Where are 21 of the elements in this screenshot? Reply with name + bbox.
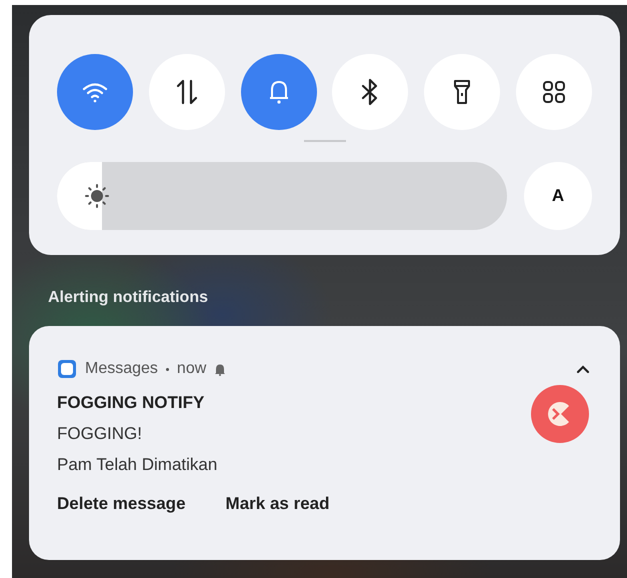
wifi-icon (82, 81, 108, 103)
action-button[interactable]: Mark as read (226, 494, 330, 514)
separator-dot (166, 368, 169, 370)
section-title: Alerting notifications (48, 289, 209, 308)
flashlight-icon (453, 79, 472, 105)
app-icon (57, 359, 77, 379)
auto-brightness-button[interactable]: A (524, 162, 592, 230)
notification-card[interactable]: Messages now FOGGING NOTIFY FOGGING! Pam Telah Dimatikan Delete message Mark as read (29, 326, 620, 560)
brightness-icon (85, 184, 109, 208)
action-button[interactable]: Delete message (57, 494, 186, 514)
notification-text: FOGGING! (57, 423, 143, 445)
notification-text: Pam Telah Dimatikan (57, 454, 218, 476)
bell-icon (214, 362, 226, 376)
collapse-icon[interactable] (576, 364, 590, 374)
drag-handle[interactable] (304, 140, 346, 142)
notification-time: now (176, 360, 206, 378)
bell-icon (268, 79, 290, 105)
sender-avatar-icon (531, 384, 589, 442)
grid-icon (542, 80, 566, 104)
app-name: Messages (85, 360, 158, 378)
notification-title: FOGGING NOTIFY (57, 392, 206, 414)
